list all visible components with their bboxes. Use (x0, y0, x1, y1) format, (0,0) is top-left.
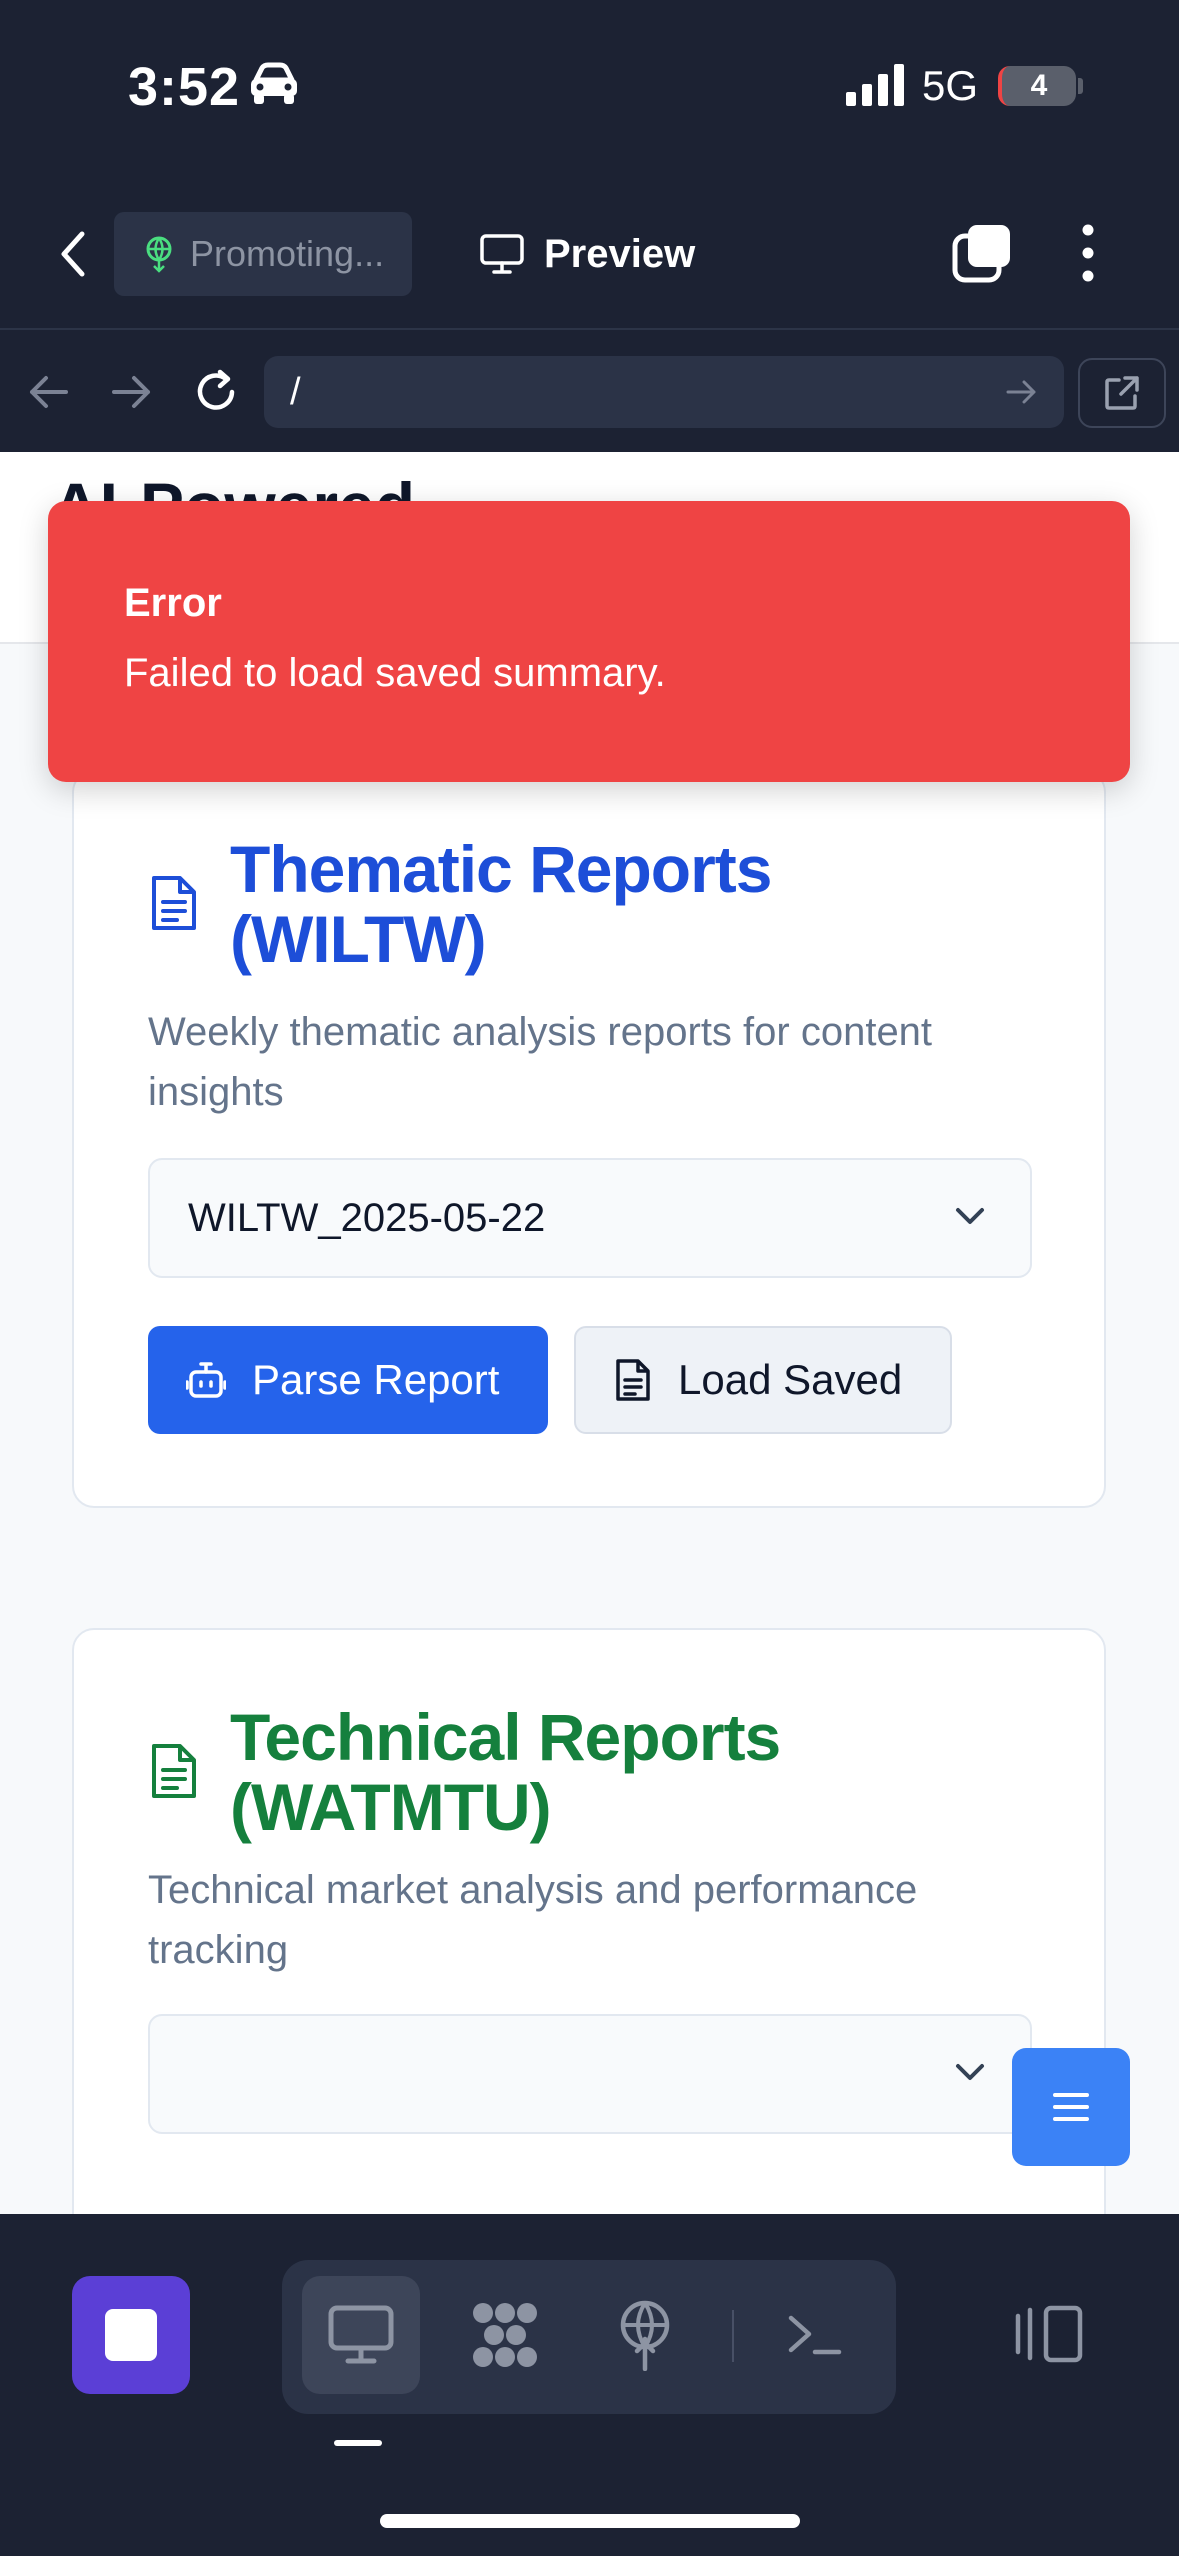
battery-level: 4 (1030, 69, 1048, 102)
battery-indicator: 4 (998, 66, 1076, 106)
deploy-icon (620, 2300, 670, 2371)
url-row: / (0, 332, 1179, 452)
parse-report-button[interactable]: Parse Report (148, 1326, 548, 1434)
menu-icon (1053, 2093, 1089, 2121)
toast-message: Failed to load saved summary. (124, 651, 666, 695)
url-path: / (290, 370, 301, 413)
monitor-icon (480, 234, 524, 274)
open-external-button[interactable] (1078, 358, 1166, 428)
active-tab-indicator (334, 2440, 382, 2446)
card-description: Weekly thematic analysis reports for con… (148, 1010, 933, 1114)
preview-tool-button[interactable] (302, 2276, 420, 2394)
more-icon[interactable] (1070, 222, 1106, 284)
report-select[interactable]: WILTW_2025-05-22 (148, 1158, 1032, 1278)
signal-icon (846, 64, 904, 106)
battery-tip (1078, 78, 1083, 94)
status-time: 3:52 (128, 57, 241, 117)
technical-reports-card: Technical Reports (WATMTU) Technical mar… (72, 1628, 1106, 2214)
document-icon (152, 876, 196, 930)
globe-icon (146, 236, 172, 273)
go-arrow-icon[interactable] (1004, 374, 1040, 410)
status-bar: 3:52 5G 4 (0, 0, 1179, 170)
tool-group (282, 2260, 896, 2414)
chevron-down-icon (956, 1208, 984, 1224)
panel-icon (1015, 2305, 1083, 2363)
chevron-down-icon (956, 2064, 984, 2080)
robot-icon (186, 1362, 226, 1398)
terminal-tool-button[interactable] (756, 2276, 874, 2394)
forward-arrow-icon[interactable] (106, 366, 158, 418)
toast-title: Error (124, 581, 222, 625)
card-description: Technical market analysis and performanc… (148, 1868, 918, 1972)
panel-toggle-button[interactable] (1008, 2294, 1088, 2374)
back-arrow-icon[interactable] (22, 366, 74, 418)
apps-icon (473, 2303, 537, 2367)
preview-tab[interactable]: Preview (480, 222, 695, 286)
card-title-row: Technical Reports (WATMTU) (148, 1700, 781, 1844)
report-select[interactable] (148, 2014, 1032, 2134)
tabs-icon[interactable] (952, 222, 1014, 284)
load-saved-label: Load Saved (678, 1356, 903, 1403)
bottom-bar (0, 2214, 1179, 2556)
card-title-line-2: (WATMTU) (230, 1770, 552, 1844)
tool-divider (732, 2310, 734, 2362)
app-toolbar: Promoting... Preview (0, 170, 1179, 330)
card-title-line-1: Technical Reports (230, 1700, 781, 1774)
network-type: 5G (922, 62, 979, 109)
card-title-row: Thematic Reports (WILTW) (148, 832, 772, 976)
project-label: Promoting... (190, 233, 385, 274)
url-input[interactable]: / (264, 356, 1064, 428)
reload-icon[interactable] (190, 366, 242, 418)
external-link-icon (1105, 376, 1139, 410)
selected-report: WILTW_2025-05-22 (188, 1195, 546, 1240)
menu-fab-button[interactable] (1012, 2048, 1130, 2166)
project-pill[interactable]: Promoting... (114, 212, 412, 296)
thematic-reports-card: Thematic Reports (WILTW) Weekly thematic… (72, 770, 1106, 1508)
stop-button[interactable] (72, 2276, 190, 2394)
card-title-line-1: Thematic Reports (230, 832, 772, 906)
error-toast[interactable]: Error Failed to load saved summary. (48, 501, 1130, 782)
preview-label: Preview (544, 231, 696, 276)
home-indicator (380, 2514, 800, 2528)
card-title: Technical Reports (WATMTU) (230, 1700, 781, 1844)
document-icon (152, 1744, 196, 1798)
card-title-line-2: (WILTW) (230, 902, 487, 976)
document-icon (616, 1359, 650, 1401)
monitor-icon (328, 2305, 394, 2364)
card-title: Thematic Reports (WILTW) (230, 832, 772, 976)
car-icon (251, 62, 297, 104)
apps-tool-button[interactable] (446, 2276, 564, 2394)
parse-report-label: Parse Report (252, 1356, 500, 1403)
deploy-tool-button[interactable] (586, 2276, 704, 2394)
load-saved-button[interactable]: Load Saved (574, 1326, 952, 1434)
terminal-icon (788, 2315, 842, 2355)
back-chevron-icon[interactable] (52, 226, 96, 282)
stop-icon (105, 2309, 157, 2361)
